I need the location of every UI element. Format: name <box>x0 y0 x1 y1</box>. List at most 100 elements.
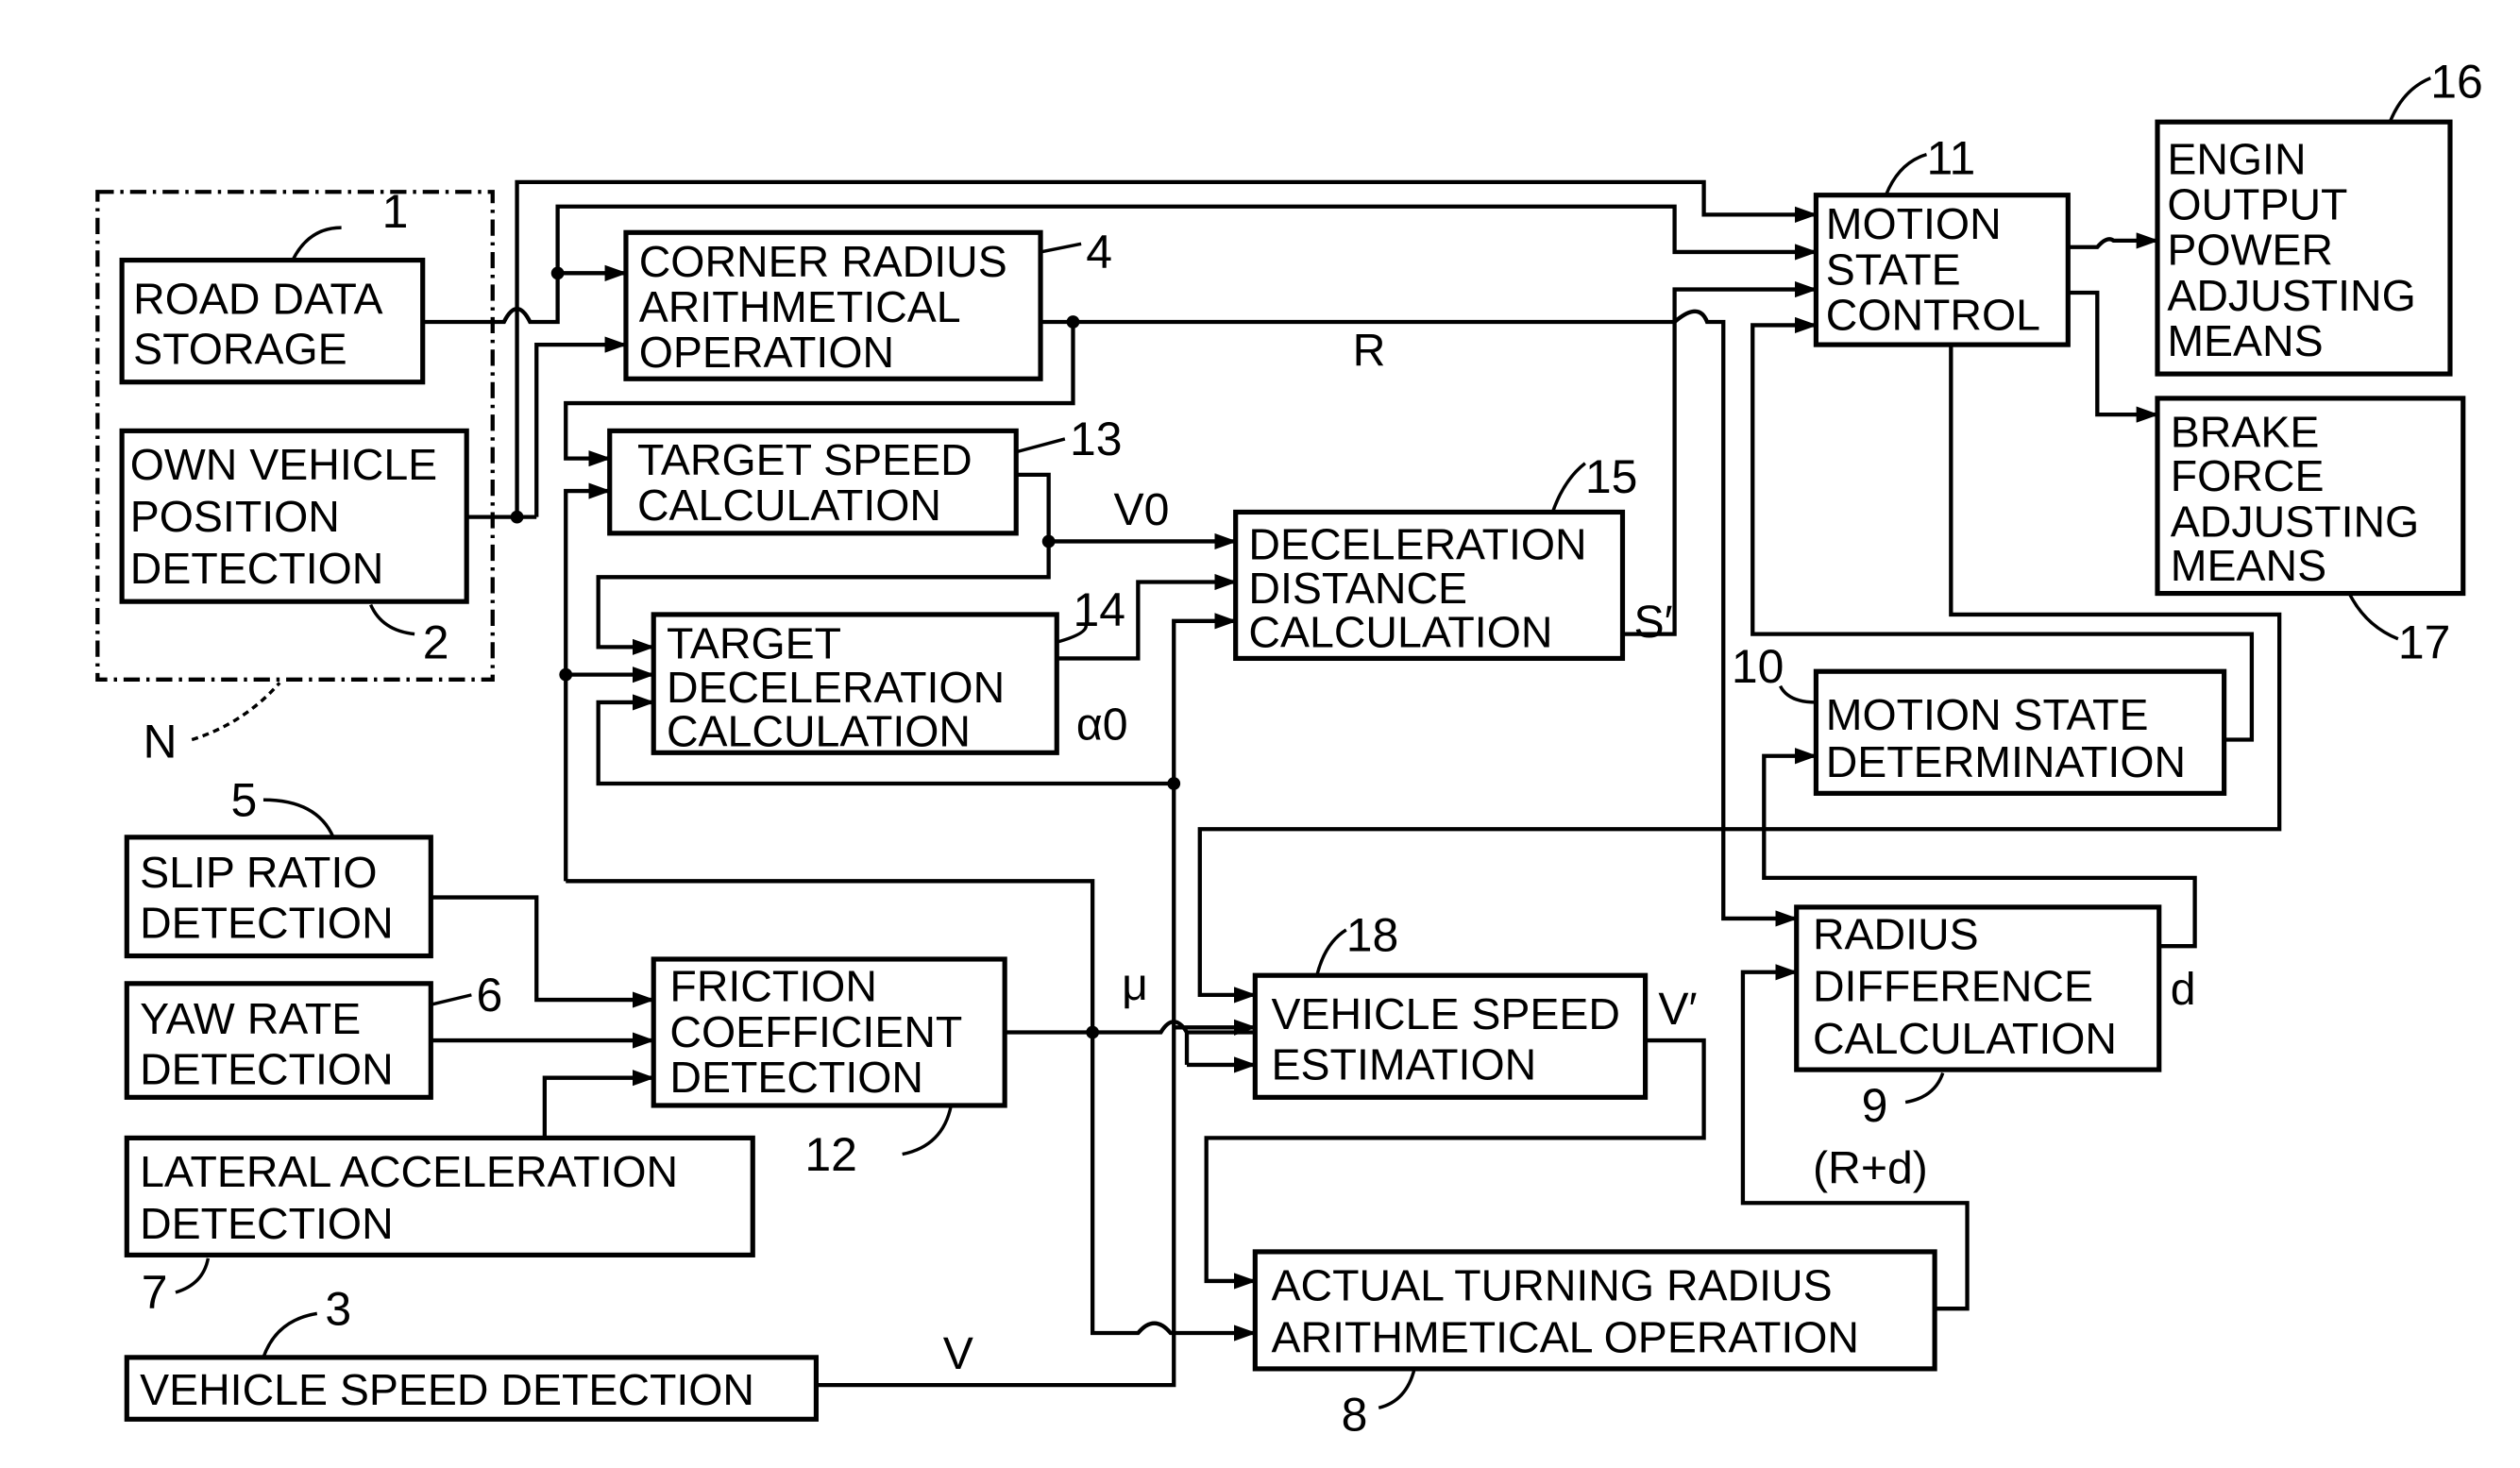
svg-text:DETECTION: DETECTION <box>669 1053 923 1102</box>
svg-text:CALCULATION: CALCULATION <box>637 481 941 530</box>
ref-3: 3 <box>325 1282 351 1335</box>
block-vehicle-speed-estimation: VEHICLE SPEED ESTIMATION 18 <box>1252 908 1649 1100</box>
signal-v-prime: V′ <box>1658 984 1697 1035</box>
ref-9: 9 <box>1862 1079 1888 1132</box>
ref-2: 2 <box>423 616 449 668</box>
wire-v-to-decel-dist <box>1172 613 1238 785</box>
block-motion-state-determination: MOTION STATE DETERMINATION 10 <box>1732 640 2227 796</box>
block-brake-force: BRAKE FORCE ADJUSTING MEANS 17 <box>2155 396 2466 668</box>
svg-text:TARGET SPEED: TARGET SPEED <box>637 435 972 484</box>
ref-8: 8 <box>1342 1388 1368 1441</box>
wire-slip-to-friction <box>431 895 655 1008</box>
ref-11: 11 <box>1926 131 1975 184</box>
block-corner-radius: CORNER RADIUS ARITHMETICAL OPERATION 4 <box>623 226 1112 381</box>
svg-text:MOTION STATE: MOTION STATE <box>1826 690 2149 739</box>
svg-text:DETECTION: DETECTION <box>130 544 384 593</box>
signal-mu: μ <box>1122 959 1148 1010</box>
block-lateral-acceleration: LATERAL ACCELERATION DETECTION 7 <box>124 1135 755 1319</box>
ref-1: 1 <box>382 185 409 238</box>
wire-road-to-corner <box>422 264 628 325</box>
ref-14: 14 <box>1073 583 1125 636</box>
wire-lateral-to-friction <box>542 1070 655 1139</box>
svg-text:DISTANCE: DISTANCE <box>1248 564 1467 613</box>
block-slip-ratio: SLIP RATIO DETECTION 5 <box>124 773 433 959</box>
block-engine-output: ENGIN OUTPUT POWER ADJUSTING MEANS 16 <box>2155 55 2483 377</box>
svg-text:ROAD DATA: ROAD DATA <box>133 274 382 323</box>
ref-4: 4 <box>1086 226 1112 278</box>
svg-text:MEANS: MEANS <box>2171 541 2326 590</box>
svg-text:RADIUS: RADIUS <box>1813 910 1979 959</box>
svg-text:OUTPUT: OUTPUT <box>2167 180 2347 229</box>
signal-alpha0: α0 <box>1076 700 1128 751</box>
wire-control-to-brake <box>2068 290 2159 423</box>
svg-text:VEHICLE SPEED: VEHICLE SPEED <box>1272 989 1620 1038</box>
group-n-label: N <box>144 715 178 768</box>
svg-text:DECELERATION: DECELERATION <box>1248 519 1586 568</box>
svg-text:MEANS: MEANS <box>2167 316 2323 365</box>
svg-text:CORNER RADIUS: CORNER RADIUS <box>639 237 1007 286</box>
svg-text:TARGET: TARGET <box>667 618 841 667</box>
signal-v0: V0 <box>1114 484 1170 535</box>
svg-text:ARITHMETICAL OPERATION: ARITHMETICAL OPERATION <box>1272 1313 1859 1362</box>
ref-17: 17 <box>2398 616 2451 668</box>
ref-16: 16 <box>2430 55 2483 108</box>
svg-text:CONTROL: CONTROL <box>1826 291 2040 340</box>
svg-text:FORCE: FORCE <box>2171 451 2325 500</box>
signal-r: R <box>1353 325 1386 376</box>
block-own-vehicle-position: OWN VEHICLE POSITION DETECTION 2 <box>119 428 469 668</box>
svg-text:CALCULATION: CALCULATION <box>667 706 971 755</box>
svg-text:YAW RATE: YAW RATE <box>140 994 361 1043</box>
svg-text:ESTIMATION: ESTIMATION <box>1272 1039 1537 1088</box>
ref-13: 13 <box>1070 413 1123 465</box>
svg-text:DECELERATION: DECELERATION <box>667 663 1005 712</box>
ref-12: 12 <box>804 1128 857 1181</box>
ref-6: 6 <box>477 969 503 1021</box>
block-deceleration-distance: DECELERATION DISTANCE CALCULATION 15 <box>1233 450 1638 662</box>
svg-text:OWN VEHICLE: OWN VEHICLE <box>130 440 437 489</box>
signal-r-plus-d: (R+d) <box>1813 1143 1928 1194</box>
svg-text:DIFFERENCE: DIFFERENCE <box>1813 962 2093 1011</box>
svg-text:DETECTION: DETECTION <box>140 899 394 948</box>
ref-15: 15 <box>1585 450 1638 503</box>
svg-text:STORAGE: STORAGE <box>133 325 347 374</box>
svg-text:ARITHMETICAL: ARITHMETICAL <box>639 282 961 331</box>
ref-5: 5 <box>231 773 258 826</box>
svg-text:POWER: POWER <box>2167 226 2333 275</box>
block-motion-state-control: MOTION STATE CONTROL 11 <box>1813 131 2071 347</box>
svg-text:CALCULATION: CALCULATION <box>1248 607 1552 656</box>
group-n-leader <box>191 682 281 742</box>
svg-text:FRICTION: FRICTION <box>669 962 877 1011</box>
svg-text:DETECTION: DETECTION <box>140 1199 394 1248</box>
svg-text:DETECTION: DETECTION <box>140 1045 394 1094</box>
svg-text:OPERATION: OPERATION <box>639 328 894 377</box>
svg-text:VEHICLE SPEED DETECTION: VEHICLE SPEED DETECTION <box>140 1365 754 1414</box>
svg-text:STATE: STATE <box>1826 245 1961 294</box>
signal-s-prime: S′ <box>1634 597 1673 648</box>
block-target-deceleration: TARGET DECELERATION CALCULATION 14 <box>651 583 1125 755</box>
svg-text:SLIP RATIO: SLIP RATIO <box>140 848 377 897</box>
wire-s-prime <box>1622 280 1818 636</box>
svg-text:ADJUSTING: ADJUSTING <box>2171 497 2419 546</box>
junction-dot <box>1086 1025 1100 1039</box>
block-road-data-storage: ROAD DATA STORAGE 1 <box>119 185 426 385</box>
block-vehicle-speed-detection: VEHICLE SPEED DETECTION 3 <box>124 1282 819 1422</box>
wire-mu-to-target <box>564 482 612 882</box>
svg-text:POSITION: POSITION <box>130 492 340 541</box>
svg-text:ADJUSTING: ADJUSTING <box>2167 271 2415 320</box>
svg-text:CALCULATION: CALCULATION <box>1813 1014 2117 1063</box>
ref-7: 7 <box>142 1266 168 1319</box>
svg-text:MOTION: MOTION <box>1826 199 2002 248</box>
block-actual-turning-radius: ACTUAL TURNING RADIUS ARITHMETICAL OPERA… <box>1252 1249 1937 1441</box>
block-diagram: N ROAD DATA STORAGE 1 OWN VEHICLE POSITI… <box>95 55 2483 1441</box>
svg-text:BRAKE: BRAKE <box>2171 408 2320 457</box>
svg-text:ACTUAL TURNING RADIUS: ACTUAL TURNING RADIUS <box>1272 1261 1833 1310</box>
svg-text:ENGIN: ENGIN <box>2167 134 2306 183</box>
svg-text:DETERMINATION: DETERMINATION <box>1826 737 2186 786</box>
ref-10: 10 <box>1732 640 1784 693</box>
block-radius-difference: RADIUS DIFFERENCE CALCULATION 9 <box>1794 904 2162 1132</box>
svg-text:COEFFICIENT: COEFFICIENT <box>669 1007 962 1056</box>
signal-d: d <box>2171 964 2196 1015</box>
wire-control-to-engine <box>2068 232 2159 249</box>
ref-18: 18 <box>1346 908 1399 961</box>
block-yaw-rate: YAW RATE DETECTION 6 <box>124 969 503 1100</box>
